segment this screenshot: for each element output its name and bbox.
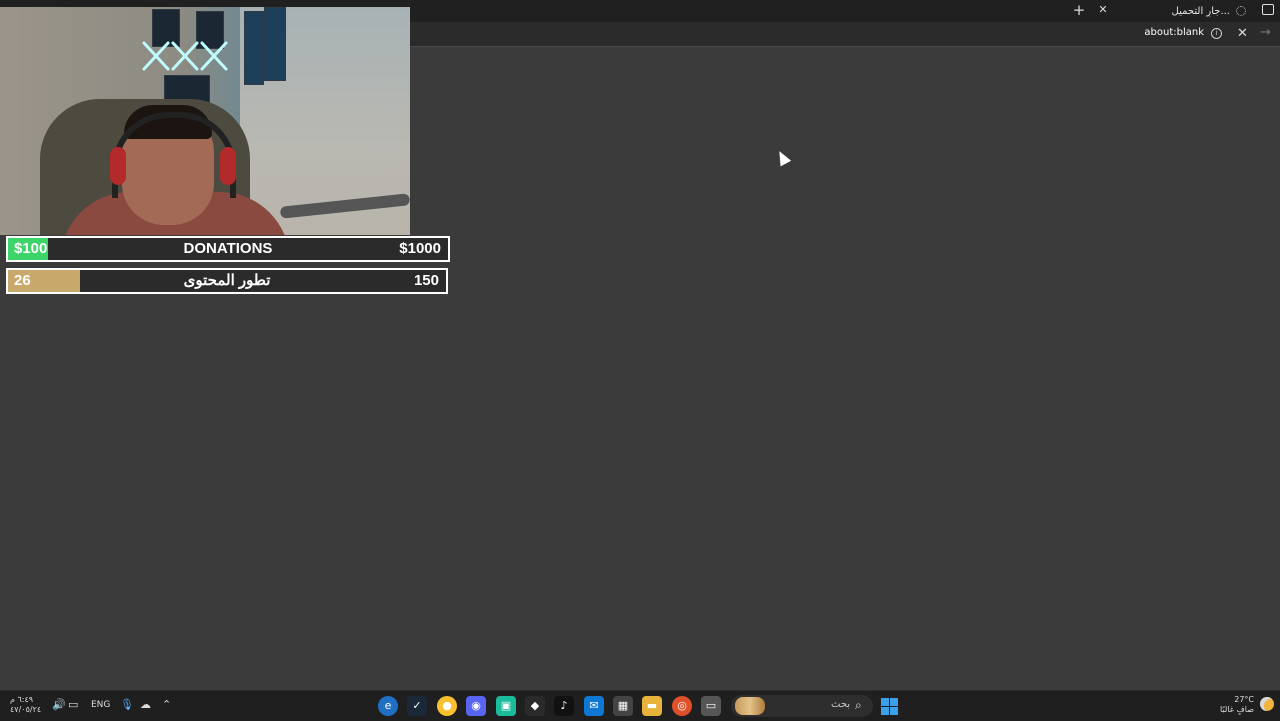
taskbar: ٦:٤٩ م ٤٧/٠٥/٢٤ 🔊 ▭ ENG 🎙 ☁ ⌃ e ✓ ● ◉ ▣ … — [0, 690, 1280, 721]
explorer-icon[interactable]: ▬ — [642, 696, 662, 716]
outlook-icon[interactable]: ✉ — [584, 696, 604, 716]
app-icon[interactable]: ▣ — [496, 696, 516, 716]
neon-sign-icon — [142, 41, 228, 71]
headset-ear-left — [110, 147, 126, 185]
donations-target: $1000 — [399, 240, 441, 257]
url-text[interactable]: about:blank — [1144, 27, 1204, 38]
browser-tab[interactable]: ...جارٍ التحميل — [1085, 0, 1250, 22]
language-indicator[interactable]: ENG — [91, 700, 110, 710]
mouse-cursor-icon — [774, 148, 792, 167]
content-target: 150 — [413, 272, 439, 289]
loading-icon — [1236, 6, 1246, 16]
windows-logo-icon — [881, 707, 889, 715]
wall-poster — [244, 11, 264, 85]
steam-icon[interactable]: ✓ — [407, 696, 427, 716]
tiktok-icon[interactable]: ♪ — [554, 696, 574, 716]
webcam-feed — [0, 7, 410, 235]
wall-poster — [264, 7, 286, 81]
weather-desc: صافٍ غالبًا — [1220, 705, 1254, 714]
donations-goal-bar: $100 DONATIONS $1000 — [6, 236, 450, 262]
edge-icon[interactable]: e — [378, 696, 398, 716]
store-icon[interactable]: ▦ — [613, 696, 633, 716]
cloud-icon[interactable]: ☁ — [140, 699, 151, 711]
chevron-up-icon[interactable]: ⌃ — [162, 699, 171, 711]
clock-time: ٦:٤٩ م — [10, 695, 34, 704]
start-button[interactable] — [881, 698, 898, 715]
content-goal-bar: 26 تطور المحتوى 150 — [6, 268, 448, 294]
epic-icon[interactable]: ◆ — [525, 696, 545, 716]
search-icon: ⌕ — [855, 698, 862, 712]
network-icon[interactable]: ▭ — [68, 699, 78, 711]
clock-date: ٤٧/٠٥/٢٤ — [10, 705, 42, 714]
weather-icon — [1260, 697, 1274, 711]
search-placeholder: بحث — [831, 699, 851, 710]
microphone-icon[interactable]: 🎙 — [120, 699, 134, 711]
close-icon[interactable]: ✕ — [1237, 26, 1248, 41]
windows-logo-icon — [890, 707, 898, 715]
discord-icon[interactable]: ◉ — [466, 696, 486, 716]
window-icon[interactable] — [1262, 4, 1274, 15]
origin-icon[interactable]: ◎ — [672, 696, 692, 716]
snipping-icon[interactable]: ▭ — [701, 696, 721, 716]
windows-logo-icon — [890, 698, 898, 706]
weather-widget[interactable]: 27°C صافٍ غالبًا — [1220, 695, 1254, 715]
taskbar-search[interactable]: بحث ⌕ — [731, 695, 873, 717]
clock[interactable]: ٦:٤٩ م ٤٧/٠٥/٢٤ — [10, 695, 41, 715]
chrome-icon[interactable]: ● — [437, 696, 457, 716]
tab-title: ...جارٍ التحميل — [1171, 5, 1230, 17]
windows-logo-icon — [881, 698, 889, 706]
arrow-right-icon[interactable]: → — [1260, 25, 1271, 40]
info-icon[interactable]: i — [1211, 28, 1222, 39]
content-title: تطور المحتوى — [183, 272, 271, 289]
volume-icon[interactable]: 🔊 — [52, 699, 66, 711]
weather-temp: 27°C — [1234, 695, 1254, 704]
headset-ear-right — [220, 147, 236, 185]
donations-title: DONATIONS — [183, 240, 273, 257]
search-highlight-image — [735, 697, 765, 715]
